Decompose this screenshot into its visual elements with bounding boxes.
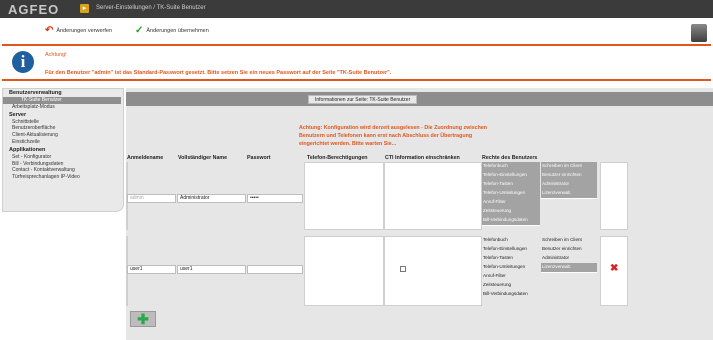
right-write-in-client[interactable]: Schreiben im Client [541, 236, 597, 245]
table-cell [384, 162, 482, 230]
apply-changes-button[interactable]: ✓ Änderungen übernehmen [135, 26, 209, 36]
right-phone-settings[interactable]: Telefon-Einstellungen [482, 245, 540, 254]
column-header-cti-restrict: CTI Information einschränken [385, 155, 460, 161]
sidebar-item-set-konfigurator[interactable]: Set - Konfigurator [3, 154, 123, 161]
sidebar-item-bill-verbindungsdaten[interactable]: Bill - Verbindungsdaten [3, 161, 123, 168]
toolbar: ↶ Änderungen verwerfen ✓ Änderungen über… [0, 18, 713, 49]
login-field[interactable]: admin [127, 194, 176, 203]
table-cell [304, 162, 384, 230]
table-cell [304, 236, 384, 306]
agfeo-logo: AGFEO [8, 2, 60, 17]
right-bill-data[interactable]: Bill-Verbindungsdaten [482, 216, 540, 226]
checkmark-icon: ✓ [135, 25, 144, 36]
right-license-admin[interactable]: Lizenzverwalt. [541, 263, 597, 273]
sidebar-item-benutzeroberflaeche[interactable]: Benutzeroberfläche [3, 125, 123, 132]
right-bill-data[interactable]: Bill-Verbindungsdaten [482, 290, 540, 299]
sidebar: Benutzerverwaltung TK-Suite Benutzer Arb… [2, 88, 124, 212]
config-warning: Achtung: Konfiguration wird derzeit ausg… [299, 124, 569, 148]
sidebar-item-tk-suite-benutzer[interactable]: TK-Suite Benutzer [3, 97, 121, 104]
sidebar-item-contact[interactable]: Contact - Kontaktverwaltung [3, 167, 123, 174]
info-icon: i [12, 51, 34, 73]
right-time-control[interactable]: Zeitsteuerung [482, 281, 540, 290]
full-name-field[interactable]: user1 [177, 265, 246, 274]
sidebar-section-title: Server [9, 111, 27, 118]
sidebar-item-schnittstelle[interactable]: Schnittstelle [3, 119, 123, 126]
column-header-login: Anmeldename [127, 155, 164, 161]
page-info-button[interactable]: Informationen zur Seite: TK-Suite Benutz… [308, 95, 418, 104]
full-name-field[interactable]: Administrator [177, 194, 246, 203]
apply-changes-label: Änderungen übernehmen [146, 28, 209, 34]
alert-message: Für den Benutzer "admin" ist das Standar… [45, 70, 392, 76]
table-cell [384, 236, 482, 306]
right-license-admin[interactable]: Lizenzverwalt. [541, 189, 597, 199]
menu-cube-icon [691, 24, 707, 42]
discard-changes-button[interactable]: ↶ Änderungen verwerfen [45, 26, 112, 36]
sidebar-item-arbeitsplatz-modus[interactable]: Arbeitsplatz-Modus [3, 104, 123, 111]
warning-line: Benutzern und Telefonen kann erst nach A… [299, 133, 473, 139]
add-user-button[interactable]: ✚ [130, 311, 156, 327]
sidebar-item-tuerfreisprechanlagen[interactable]: Türfreisprechanlagen IP-Video [3, 174, 123, 181]
right-call-filter[interactable]: Anruf-Filter [482, 272, 540, 281]
login-field[interactable]: user1 [127, 265, 176, 274]
alert-banner: i Achtung! Für den Benutzer "admin" ist … [2, 44, 711, 81]
undo-icon: ↶ [45, 25, 54, 36]
column-header-user-rights: Rechte des Benutzers [482, 155, 538, 161]
breadcrumb-arrow-icon[interactable]: ▸ [80, 4, 89, 13]
right-phone-keys[interactable]: Telefon-Tasten [482, 254, 540, 263]
column-header-phone-permissions: Telefon-Berechtigungen [307, 155, 368, 161]
column-header-password: Passwort [247, 155, 271, 161]
column-header-full-name: Vollständiger Name [178, 155, 228, 161]
sidebar-section-title: Benutzerverwaltung [9, 90, 62, 96]
breadcrumb: Server-Einstellungen / TK-Suite Benutzer [96, 5, 206, 11]
right-setup-users[interactable]: Benutzer einrichten [541, 245, 597, 254]
top-bar: AGFEO ▸ Server-Einstellungen / TK-Suite … [0, 0, 713, 18]
discard-changes-label: Änderungen verwerfen [56, 28, 113, 34]
right-administrator[interactable]: Administrator [541, 254, 597, 263]
sidebar-section-title: Applikationen [9, 146, 46, 153]
right-phone-forwarding[interactable]: Telefon-Umleitungen [482, 263, 540, 272]
password-field[interactable] [247, 265, 303, 274]
sidebar-item-einstichzeile[interactable]: Einstichzeile [3, 139, 123, 146]
table-cell [600, 162, 628, 230]
sidebar-item-client-aktualisierung[interactable]: Client-Aktualisierung [3, 132, 123, 139]
cti-restrict-checkbox[interactable] [400, 266, 406, 272]
alert-title: Achtung! [45, 52, 67, 58]
warning-line: eingerichtet werden. Bitte warten Sie... [299, 141, 397, 147]
main-content: Informationen zur Seite: TK-Suite Benutz… [126, 88, 713, 340]
delete-user-icon[interactable]: ✖ [610, 264, 618, 274]
right-phonebook[interactable]: Telefonbuch [482, 236, 540, 245]
password-field[interactable]: ••••• [247, 194, 303, 203]
warning-line: Achtung: Konfiguration wird derzeit ausg… [299, 125, 488, 131]
info-strip: Informationen zur Seite: TK-Suite Benutz… [126, 92, 713, 106]
